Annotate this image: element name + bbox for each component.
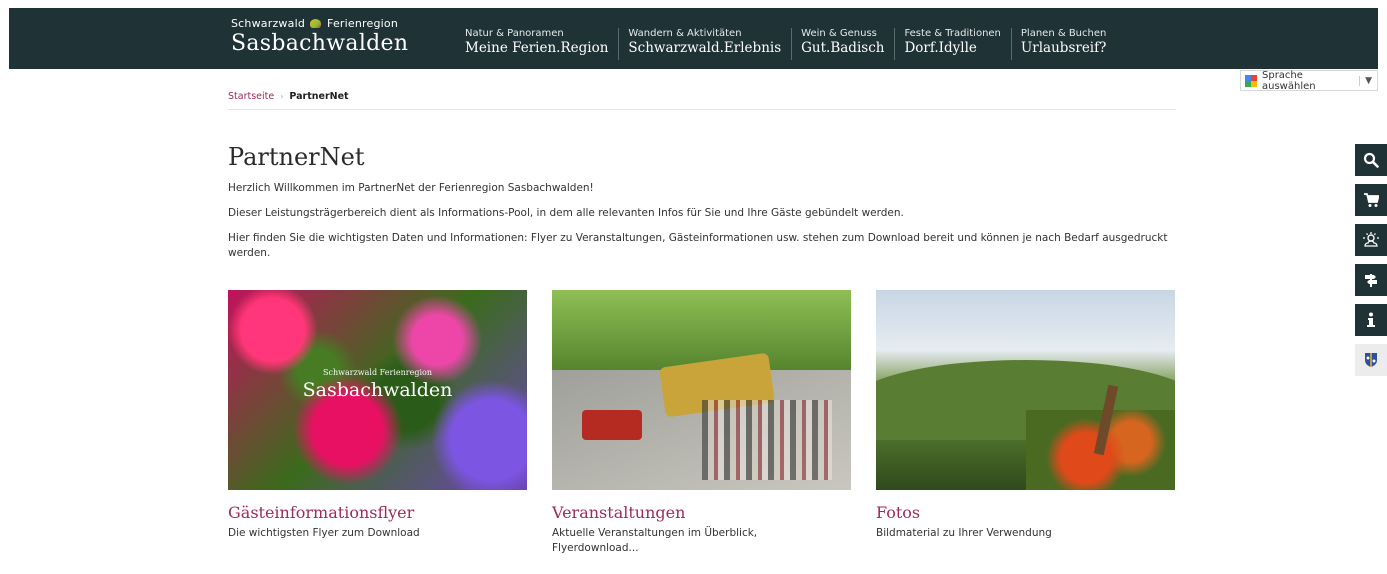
card-flyer[interactable]: Schwarzwald Ferienregion Sasbachwalden G… — [228, 290, 527, 556]
weather-icon — [1363, 232, 1379, 247]
coat-of-arms-icon — [1365, 353, 1377, 367]
coat-of-arms-button[interactable] — [1355, 344, 1387, 376]
card-flyer-image[interactable]: Schwarzwald Ferienregion Sasbachwalden — [228, 290, 527, 490]
language-selector[interactable]: Sprache auswählen ▼ — [1240, 69, 1378, 92]
logo-emblem-icon — [309, 18, 323, 30]
nav-item-urlaubsreif[interactable]: Planen & Buchen Urlaubsreif? — [1010, 28, 1116, 60]
cart-icon — [1364, 193, 1379, 207]
weather-button[interactable] — [1355, 224, 1387, 256]
breadcrumb-current: PartnerNet — [289, 91, 349, 102]
card-events[interactable]: Veranstaltungen Aktuelle Veranstaltungen… — [552, 290, 851, 556]
card-photos-title[interactable]: Fotos — [876, 503, 1175, 522]
google-translate-icon — [1245, 74, 1257, 87]
card-photos-desc: Bildmaterial zu Ihrer Verwendung — [876, 527, 1052, 539]
search-icon — [1363, 152, 1379, 168]
cart-button[interactable] — [1355, 184, 1387, 216]
card-photos[interactable]: Fotos Bildmaterial zu Ihrer Verwendung — [876, 290, 1175, 556]
info-icon — [1367, 312, 1375, 327]
page-title: PartnerNet — [228, 143, 365, 171]
card-events-image[interactable] — [552, 290, 851, 490]
intro-paragraph: Dieser Leistungsträgerbereich dient als … — [228, 207, 904, 219]
nav-item-erlebnis[interactable]: Wandern & Aktivitäten Schwarzwald.Erlebn… — [618, 28, 791, 60]
breadcrumb-home-link[interactable]: Startseite — [228, 91, 274, 102]
card-flyer-title[interactable]: Gästeinformationsflyer — [228, 503, 527, 522]
chevron-down-icon: ▼ — [1359, 75, 1377, 86]
card-flyer-desc: Die wichtigsten Flyer zum Download — [228, 527, 420, 539]
image-logo-overlay: Schwarzwald Ferienregion Sasbachwalden — [302, 368, 453, 401]
breadcrumb: Startseite › PartnerNet — [228, 91, 349, 102]
logo-tagline: Schwarzwald Ferienregion — [231, 17, 399, 30]
nav-item-idylle[interactable]: Feste & Traditionen Dorf.Idylle — [894, 28, 1010, 60]
intro-text: Herzlich Willkommen im PartnerNet der Fe… — [228, 181, 1178, 271]
intro-paragraph: Herzlich Willkommen im PartnerNet der Fe… — [228, 182, 594, 194]
breadcrumb-divider — [228, 109, 1176, 110]
nav-item-region[interactable]: Natur & Panoramen Meine Ferien.Region — [465, 28, 618, 60]
teaser-cards: Schwarzwald Ferienregion Sasbachwalden G… — [228, 290, 1175, 556]
logo-name: Sasbachwalden — [231, 31, 409, 56]
search-button[interactable] — [1355, 144, 1387, 176]
nav-item-badisch[interactable]: Wein & Genuss Gut.Badisch — [791, 28, 894, 60]
card-photos-image[interactable] — [876, 290, 1175, 490]
header-bar: Schwarzwald Ferienregion Sasbachwalden N… — [9, 8, 1378, 69]
signpost-icon — [1365, 274, 1377, 287]
breadcrumb-separator: › — [280, 92, 284, 101]
card-events-title[interactable]: Veranstaltungen — [552, 503, 851, 522]
signpost-button[interactable] — [1355, 264, 1387, 296]
site-logo[interactable]: Schwarzwald Ferienregion Sasbachwalden — [231, 17, 408, 56]
quick-access-sidebar — [1355, 144, 1387, 376]
card-events-desc: Aktuelle Veranstaltungen im Überblick, F… — [552, 527, 758, 554]
info-button[interactable] — [1355, 304, 1387, 336]
language-label: Sprache auswählen — [1262, 69, 1316, 92]
main-nav: Natur & Panoramen Meine Ferien.Region Wa… — [465, 28, 1116, 60]
intro-paragraph: Hier finden Sie die wichtigsten Daten un… — [228, 232, 1168, 259]
